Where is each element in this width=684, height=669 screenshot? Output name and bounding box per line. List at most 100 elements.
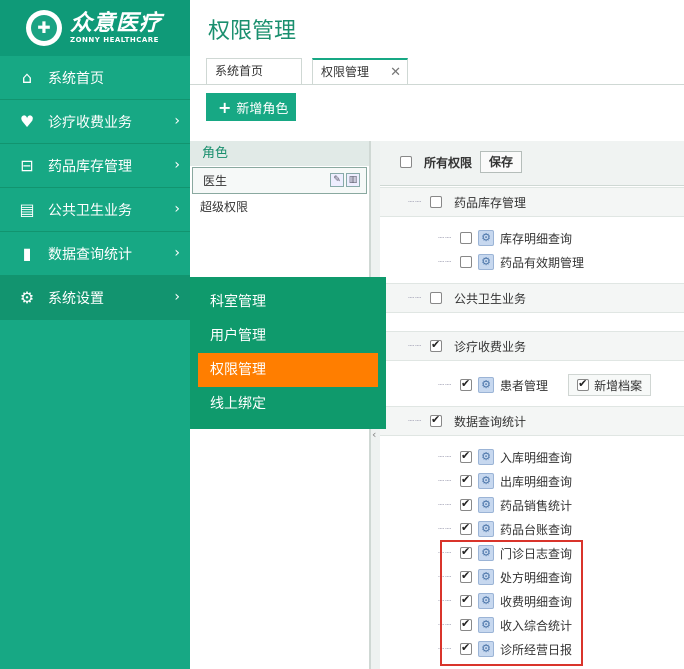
tree-connector: ┈┈: [408, 196, 423, 208]
role-list-header: 角色: [190, 141, 369, 166]
heart-plus-icon: ♥: [19, 112, 35, 131]
permission-group-label: 数据查询统计: [454, 414, 527, 429]
tree-connector: ┈┈: [438, 523, 453, 535]
submenu-item-2[interactable]: 权限管理: [198, 353, 378, 387]
role-item-doctor[interactable]: 医生 ✎ ▥: [192, 167, 367, 194]
permission-item-checkbox[interactable]: [460, 449, 473, 463]
medicine-box-icon: ⊟: [20, 156, 34, 175]
close-icon[interactable]: ✕: [390, 60, 401, 85]
tree-connector: ┈┈: [438, 499, 453, 511]
tab-home[interactable]: 系统首页: [206, 58, 302, 85]
settings-submenu: 科室管理 用户管理 权限管理 线上绑定: [190, 277, 386, 429]
chevron-left-icon[interactable]: ‹: [372, 428, 376, 441]
logo-title: 众意医疗: [70, 11, 163, 36]
clipboard-icon: ▤: [19, 200, 35, 219]
tab-permission-label: 权限管理: [321, 65, 370, 79]
tree-connector: ┈┈: [438, 475, 453, 487]
permission-item-label: 入库明细查询: [500, 450, 573, 465]
submenu-item-0[interactable]: 科室管理: [190, 285, 386, 319]
permission-item-checkbox[interactable]: [460, 497, 473, 511]
permission-action-checkbox[interactable]: [577, 377, 590, 391]
sidebar-item-label: 药品库存管理: [48, 158, 132, 175]
permission-toolbar: 所有权限 保存: [380, 141, 684, 186]
delete-icon[interactable]: ▥: [346, 173, 360, 187]
gear-icon: ⚙: [478, 230, 495, 246]
all-permissions-label: 所有权限: [424, 155, 473, 170]
permission-item: ┈┈ ⚙ 出库明细查询: [380, 469, 684, 493]
permission-group-label: 公共卫生业务: [454, 291, 527, 306]
all-permissions-checkbox[interactable]: [400, 156, 412, 168]
add-role-label: 新增角色: [236, 101, 289, 117]
permission-item-checkbox[interactable]: [460, 256, 473, 268]
permission-item: ┈┈ ⚙ 患者管理 新增档案: [380, 373, 684, 397]
permission-item-checkbox[interactable]: [460, 521, 473, 535]
permission-item-label: 出库明细查询: [500, 474, 573, 489]
gear-icon: ⚙: [478, 449, 495, 465]
permission-item: ┈┈ ⚙ 入库明细查询: [380, 445, 684, 469]
permission-item-label: 药品有效期管理: [500, 255, 585, 270]
tree-connector: ┈┈: [408, 340, 423, 352]
sidebar-item-label: 诊疗收费业务: [48, 114, 132, 131]
gear-icon: ⚙: [478, 377, 495, 393]
chevron-right-icon: ›: [174, 201, 180, 217]
add-role-button[interactable]: + 新增角色: [206, 93, 296, 121]
role-item-superuser[interactable]: 超级权限: [190, 194, 369, 221]
permission-group: ┈┈ 药品库存管理: [380, 187, 684, 217]
chevron-right-icon: ›: [174, 113, 180, 129]
permission-item: ┈┈ ⚙ 药品台账查询: [380, 517, 684, 541]
sidebar-item-3[interactable]: ▤ 公共卫生业务 ›: [0, 188, 190, 232]
gear-icon: ⚙: [478, 497, 495, 513]
tree-connector: ┈┈: [408, 415, 423, 427]
edit-icon[interactable]: ✎: [330, 173, 344, 187]
chevron-right-icon: ›: [174, 245, 180, 261]
permission-item: ┈┈ ⚙ 药品有效期管理: [380, 250, 684, 274]
permission-item-label: 库存明细查询: [500, 231, 573, 246]
chevron-right-icon: ›: [174, 289, 180, 305]
permission-group-checkbox[interactable]: [430, 338, 443, 352]
save-button[interactable]: 保存: [480, 151, 523, 173]
chevron-right-icon: ›: [174, 157, 180, 173]
permission-item-checkbox[interactable]: [460, 473, 473, 487]
sidebar-item-5[interactable]: ⚙ 系统设置 ›: [0, 276, 190, 320]
sidebar-item-4[interactable]: ▮ 数据查询统计 ›: [0, 232, 190, 276]
submenu-item-1[interactable]: 用户管理: [190, 319, 386, 353]
permission-item-label: 药品台账查询: [500, 522, 573, 537]
tree-connector: ┈┈: [438, 451, 453, 463]
page-title: 权限管理: [208, 19, 297, 44]
permission-group-checkbox[interactable]: [430, 292, 443, 304]
permission-group-checkbox[interactable]: [430, 413, 443, 427]
sidebar-item-label: 数据查询统计: [48, 246, 132, 263]
logo-mark-icon: ✚: [26, 10, 62, 46]
tab-permission[interactable]: 权限管理 ✕: [312, 58, 408, 85]
gear-icon: ⚙: [478, 473, 495, 489]
permission-item-checkbox[interactable]: [460, 377, 473, 391]
permission-group-label: 药品库存管理: [454, 195, 527, 210]
permission-group-label: 诊疗收费业务: [454, 339, 527, 354]
sidebar-item-label: 公共卫生业务: [48, 202, 132, 219]
permission-group: ┈┈ 公共卫生业务: [380, 283, 684, 313]
permission-item: ┈┈ ⚙ 库存明细查询: [380, 226, 684, 250]
home-icon: ⌂: [21, 68, 33, 87]
logo: ✚ 众意医疗 ZONNY HEALTHCARE: [0, 0, 190, 56]
tree-connector: ┈┈: [438, 379, 453, 391]
permission-group: ┈┈ 数据查询统计: [380, 406, 684, 436]
gear-icon: ⚙: [19, 288, 35, 307]
permission-item-checkbox[interactable]: [460, 232, 473, 244]
sidebar-item-0[interactable]: ⌂ 系统首页: [0, 56, 190, 100]
permission-action: 新增档案: [568, 374, 652, 396]
submenu-item-3[interactable]: 线上绑定: [190, 387, 386, 421]
tree-connector: ┈┈: [408, 292, 423, 304]
logo-subtitle: ZONNY HEALTHCARE: [70, 36, 159, 44]
gear-icon: ⚙: [478, 254, 495, 270]
permission-item-label: 患者管理: [500, 378, 549, 393]
permission-group-checkbox[interactable]: [430, 196, 443, 208]
tab-divider: [190, 84, 684, 85]
sidebar-item-2[interactable]: ⊟ 药品库存管理 ›: [0, 144, 190, 188]
permission-group: ┈┈ 诊疗收费业务: [380, 331, 684, 361]
permission-item: ┈┈ ⚙ 药品销售统计: [380, 493, 684, 517]
sidebar-item-1[interactable]: ♥ 诊疗收费业务 ›: [0, 100, 190, 144]
page-header: 权限管理: [190, 0, 684, 56]
role-item-label: 超级权限: [200, 200, 249, 214]
permission-action-label: 新增档案: [594, 378, 643, 393]
sidebar: ✚ 众意医疗 ZONNY HEALTHCARE ⌂ 系统首页 ♥ 诊疗收费业务 › ⊟ 药品…: [0, 0, 190, 669]
